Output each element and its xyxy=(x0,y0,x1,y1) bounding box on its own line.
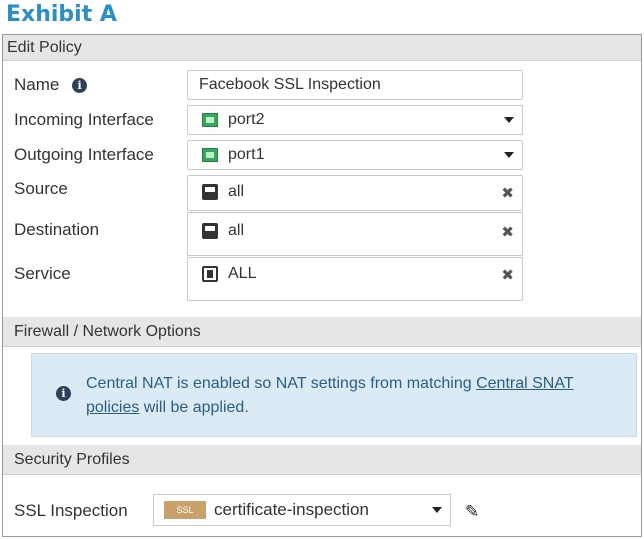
interface-icon xyxy=(202,148,218,162)
chevron-down-icon[interactable] xyxy=(504,152,514,158)
incoming-interface-value: port2 xyxy=(228,111,265,128)
central-nat-message: Central NAT is enabled so NAT settings f… xyxy=(86,372,616,420)
firewall-section-header: Firewall / Network Options xyxy=(3,317,641,347)
source-field[interactable]: all ✖ xyxy=(187,175,523,211)
remove-icon[interactable]: ✖ xyxy=(501,223,514,241)
message-prefix: Central NAT is enabled so NAT settings f… xyxy=(86,375,477,392)
message-suffix: will be applied. xyxy=(139,399,249,416)
destination-field[interactable]: all ✖ xyxy=(187,212,523,256)
address-icon xyxy=(202,184,218,200)
security-profiles-header: Security Profiles xyxy=(3,445,641,475)
ssl-inspection-value: certificate-inspection xyxy=(214,500,369,519)
outgoing-interface-label: Outgoing Interface xyxy=(14,145,154,164)
exhibit-title: Exhibit A xyxy=(6,2,117,27)
remove-icon[interactable]: ✖ xyxy=(501,266,514,284)
service-field[interactable]: ALL ✖ xyxy=(187,257,523,301)
service-value: ALL xyxy=(228,265,257,282)
source-label: Source xyxy=(14,179,68,198)
incoming-interface-label: Incoming Interface xyxy=(14,110,154,129)
destination-value: all xyxy=(228,222,245,239)
destination-label: Destination xyxy=(14,220,100,239)
service-label: Service xyxy=(14,264,71,283)
central-nat-info: i Central NAT is enabled so NAT settings… xyxy=(31,353,637,437)
dialog-title: Edit Policy xyxy=(3,35,641,61)
info-icon: i xyxy=(56,386,71,401)
chevron-down-icon[interactable] xyxy=(504,117,514,123)
outgoing-interface-value: port1 xyxy=(228,146,265,163)
ssl-inspection-select[interactable]: SSL certificate-inspection xyxy=(153,494,451,526)
ssl-inspection-label: SSL Inspection xyxy=(14,501,128,520)
name-label-text: Name xyxy=(14,75,60,94)
interface-icon xyxy=(202,113,218,127)
ssl-badge: SSL xyxy=(164,501,206,519)
edit-policy-dialog: Edit Policy Name i Facebook SSL Inspecti… xyxy=(2,34,642,537)
source-value: all xyxy=(228,183,245,200)
address-icon xyxy=(202,223,218,239)
name-input[interactable]: Facebook SSL Inspection xyxy=(187,70,523,100)
incoming-interface-select[interactable]: port2 xyxy=(187,105,523,135)
chevron-down-icon[interactable] xyxy=(432,507,442,513)
info-icon[interactable]: i xyxy=(72,78,88,94)
outgoing-interface-select[interactable]: port1 xyxy=(187,140,523,170)
pencil-icon[interactable]: ✎ xyxy=(465,502,479,522)
name-value: Facebook SSL Inspection xyxy=(199,76,381,93)
remove-icon[interactable]: ✖ xyxy=(501,184,514,202)
name-label: Name i xyxy=(14,75,88,95)
service-icon xyxy=(202,266,218,282)
